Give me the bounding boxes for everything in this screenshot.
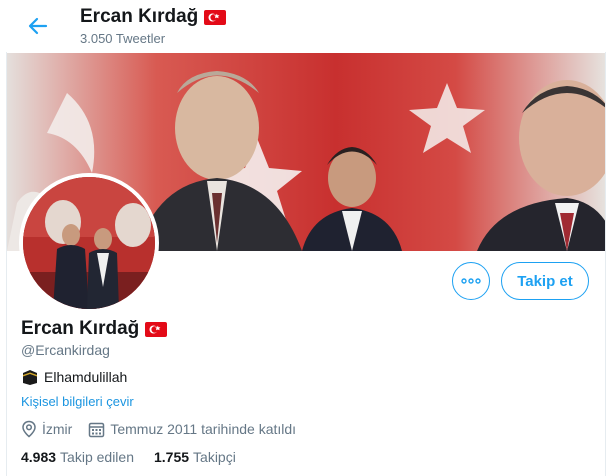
joined-item: Temmuz 2011 tarihinde katıldı [88, 421, 296, 438]
profile-header-bar: Ercan Kırdağ 3.050 Tweetler [0, 0, 609, 52]
follow-stats: 4.983 Takip edilen 1.755 Takipçi [21, 449, 256, 465]
bio-text: Elhamdulillah [44, 369, 128, 385]
followers-label[interactable]: Takipçi [193, 449, 236, 465]
location-pin-icon [22, 420, 36, 438]
calendar-icon [89, 422, 105, 437]
following-label[interactable]: Takip edilen [60, 449, 134, 465]
turkey-flag-icon [204, 9, 227, 25]
translate-bio-link[interactable]: Kişisel bilgileri çevir [21, 394, 134, 409]
right-border [605, 52, 606, 476]
more-options-button[interactable] [452, 262, 490, 300]
avatar-image [23, 177, 155, 309]
location-text: İzmir [42, 421, 73, 437]
header-name-text: Ercan Kırdağ [80, 6, 199, 27]
turkey-flag-icon [145, 321, 168, 337]
profile-avatar[interactable] [19, 173, 159, 313]
follow-button[interactable]: Takip et [501, 262, 589, 300]
following-count[interactable]: 4.983 [21, 449, 56, 465]
followers-count[interactable]: 1.755 [154, 449, 189, 465]
profile-handle: @Ercankirdag [21, 342, 110, 358]
header-title: Ercan Kırdağ [80, 6, 227, 28]
profile-meta: İzmir Temmuz 2011 tarihinde katıldı [21, 420, 312, 438]
profile-bio: Elhamdulillah [21, 369, 127, 385]
kaaba-emoji-icon [23, 370, 37, 385]
tweet-count: 3.050 Tweetler [80, 31, 166, 46]
back-button[interactable] [24, 12, 52, 40]
location-item: İzmir [21, 420, 72, 438]
joined-text: Temmuz 2011 tarihinde katıldı [110, 421, 297, 437]
arrow-left-icon [28, 17, 48, 35]
profile-name: Ercan Kırdağ [21, 318, 168, 340]
more-dots-icon [461, 278, 481, 284]
profile-name-text: Ercan Kırdağ [21, 318, 140, 339]
